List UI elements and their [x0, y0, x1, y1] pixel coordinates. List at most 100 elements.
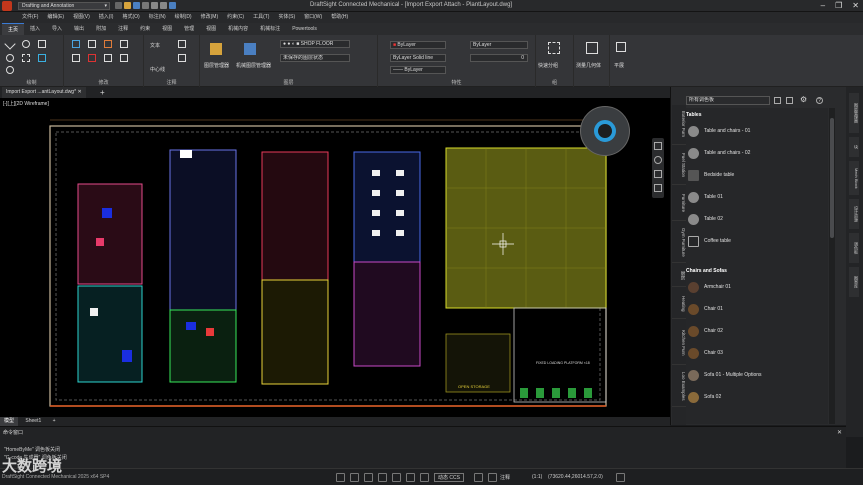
hatch-icon[interactable]	[38, 54, 46, 62]
linetype-select[interactable]: ByLayer Solid line	[390, 54, 446, 62]
mech-layer-icon[interactable]	[244, 43, 256, 55]
redo-icon[interactable]	[160, 2, 167, 9]
app-logo-icon[interactable]	[2, 1, 12, 11]
tab-model[interactable]: 模型	[0, 417, 19, 426]
rotate-icon[interactable]	[104, 40, 112, 48]
block-item[interactable]: Armchair 01	[686, 278, 826, 298]
close-tab-icon[interactable]: ✕	[77, 89, 81, 95]
block-item[interactable]: Coffee table	[686, 232, 826, 252]
open-icon[interactable]	[124, 2, 131, 9]
layer-manager-button[interactable]: 图层管理器	[204, 62, 229, 69]
circle-icon[interactable]	[6, 54, 14, 62]
close-icon[interactable]: ✕	[852, 0, 859, 12]
menu-file[interactable]: 文件(F)	[22, 12, 38, 23]
save-all-icon[interactable]	[169, 2, 176, 9]
far-tab-5[interactable]: 调色板	[849, 233, 859, 263]
help-icon[interactable]: ?	[816, 97, 823, 104]
block-item[interactable]: Table 01	[686, 188, 826, 208]
tab-mech-annot[interactable]: 机械标注	[254, 23, 286, 35]
restore-icon[interactable]: ❐	[835, 0, 842, 12]
tab-annotate[interactable]: 注释	[112, 23, 134, 35]
scale-icon[interactable]	[120, 40, 128, 48]
line-icon[interactable]	[4, 38, 16, 50]
view-cube-center-icon[interactable]	[594, 120, 616, 142]
ortho-icon[interactable]	[364, 473, 373, 482]
side-tab-fuel[interactable]: Fuel Station	[672, 147, 686, 185]
menu-window[interactable]: 窗口(W)	[304, 12, 322, 23]
grid-icon[interactable]	[350, 473, 359, 482]
flatten-icon[interactable]	[616, 42, 626, 52]
far-tab-3[interactable]: Mech Block	[849, 161, 859, 195]
side-tab-loo[interactable]: Loo Examples	[672, 367, 686, 407]
flatten-button[interactable]: 平展	[614, 62, 624, 69]
tab-powertools[interactable]: Powertools	[286, 23, 323, 35]
text-button[interactable]: 文本	[150, 42, 160, 49]
menu-dimension[interactable]: 标注(N)	[149, 12, 166, 23]
tab-export[interactable]: 输出	[68, 23, 90, 35]
block-item[interactable]: Table and chairs - 02	[686, 144, 826, 164]
lineweight-icon[interactable]	[420, 473, 429, 482]
transparency-field[interactable]: 0	[470, 54, 528, 62]
menu-edit[interactable]: 编辑(E)	[47, 12, 64, 23]
scale-label[interactable]: (1:1)	[532, 474, 542, 480]
quick-group-button[interactable]: 快速分组	[538, 62, 558, 69]
move-icon[interactable]	[72, 40, 80, 48]
orbit-icon[interactable]	[654, 170, 662, 178]
mirror-icon[interactable]	[72, 54, 80, 62]
block-item[interactable]: Chair 01	[686, 300, 826, 320]
polyline-icon[interactable]	[22, 54, 30, 62]
palette-scrollbar[interactable]	[829, 108, 835, 424]
tab-manage[interactable]: 管理	[178, 23, 200, 35]
close-command-icon[interactable]: ✕	[837, 429, 842, 436]
copy-icon[interactable]	[88, 40, 96, 48]
plotstyle-select[interactable]: ByLayer	[470, 41, 528, 49]
scrollbar-thumb[interactable]	[830, 118, 834, 238]
block-item[interactable]: Chair 03	[686, 344, 826, 364]
customize-icon[interactable]	[616, 473, 625, 482]
palette-select[interactable]: 所有调色板	[686, 96, 770, 105]
settings-icon[interactable]: ⚙	[800, 95, 807, 104]
menu-entity[interactable]: 实体(S)	[278, 12, 295, 23]
tab-insert[interactable]: 插入	[24, 23, 46, 35]
block-item[interactable]: Table 02	[686, 210, 826, 230]
measure-button[interactable]: 测量几何体	[576, 62, 601, 69]
layer-manager-icon[interactable]	[210, 43, 222, 55]
far-tab-2[interactable]: 块	[849, 137, 859, 157]
menu-help[interactable]: 帮助(H)	[331, 12, 348, 23]
esnap-icon[interactable]	[392, 473, 401, 482]
undo-icon[interactable]	[151, 2, 158, 9]
new-tab-icon[interactable]: +	[100, 87, 105, 98]
mech-layer-button[interactable]: 机械图层管理器	[236, 62, 271, 69]
color-select[interactable]: ■ ByLayer	[390, 41, 446, 49]
polar-icon[interactable]	[378, 473, 387, 482]
annotation-label[interactable]: 注释	[500, 474, 510, 481]
side-tab-kitchen-cn[interactable]: 厨房	[672, 265, 686, 287]
block-item[interactable]: Sofa 01 - Multiple Options	[686, 366, 826, 386]
dynamic-ccs-toggle[interactable]: 动态 CCS	[434, 473, 464, 482]
tab-attach[interactable]: 附加	[90, 23, 112, 35]
new-icon[interactable]	[115, 2, 122, 9]
side-tab-exterior[interactable]: Exterior Furn	[672, 105, 686, 145]
extend-icon[interactable]	[104, 54, 112, 62]
save-palette-icon[interactable]	[774, 97, 781, 104]
side-tab-heating[interactable]: Heating	[672, 289, 686, 319]
menu-modify[interactable]: 修改(M)	[201, 12, 219, 23]
menu-format[interactable]: 格式(O)	[122, 12, 139, 23]
fit-icon[interactable]	[654, 184, 662, 192]
side-tab-gym[interactable]: Gym Furniture	[672, 223, 686, 263]
trim-icon[interactable]	[88, 54, 96, 62]
zoom-icon[interactable]	[654, 156, 662, 164]
side-tab-furniture[interactable]: Furniture	[672, 187, 686, 221]
far-tab-4[interactable]: 设计资源	[849, 199, 859, 229]
view-options-icon[interactable]	[786, 97, 793, 104]
menu-insert[interactable]: 插入(I)	[99, 12, 114, 23]
tab-mech-content[interactable]: 机械内容	[222, 23, 254, 35]
doc-tab-plantlayout[interactable]: Import Export ...antLayout.dwg* ✕	[2, 87, 86, 98]
save-icon[interactable]	[133, 2, 140, 9]
tab-view-2[interactable]: 视图	[200, 23, 222, 35]
centerline-button[interactable]: 中心线	[150, 66, 165, 73]
pan-icon[interactable]	[654, 142, 662, 150]
etrack-icon[interactable]	[406, 473, 415, 482]
block-item[interactable]: Bedside table	[686, 166, 826, 186]
tab-view[interactable]: 视图	[156, 23, 178, 35]
